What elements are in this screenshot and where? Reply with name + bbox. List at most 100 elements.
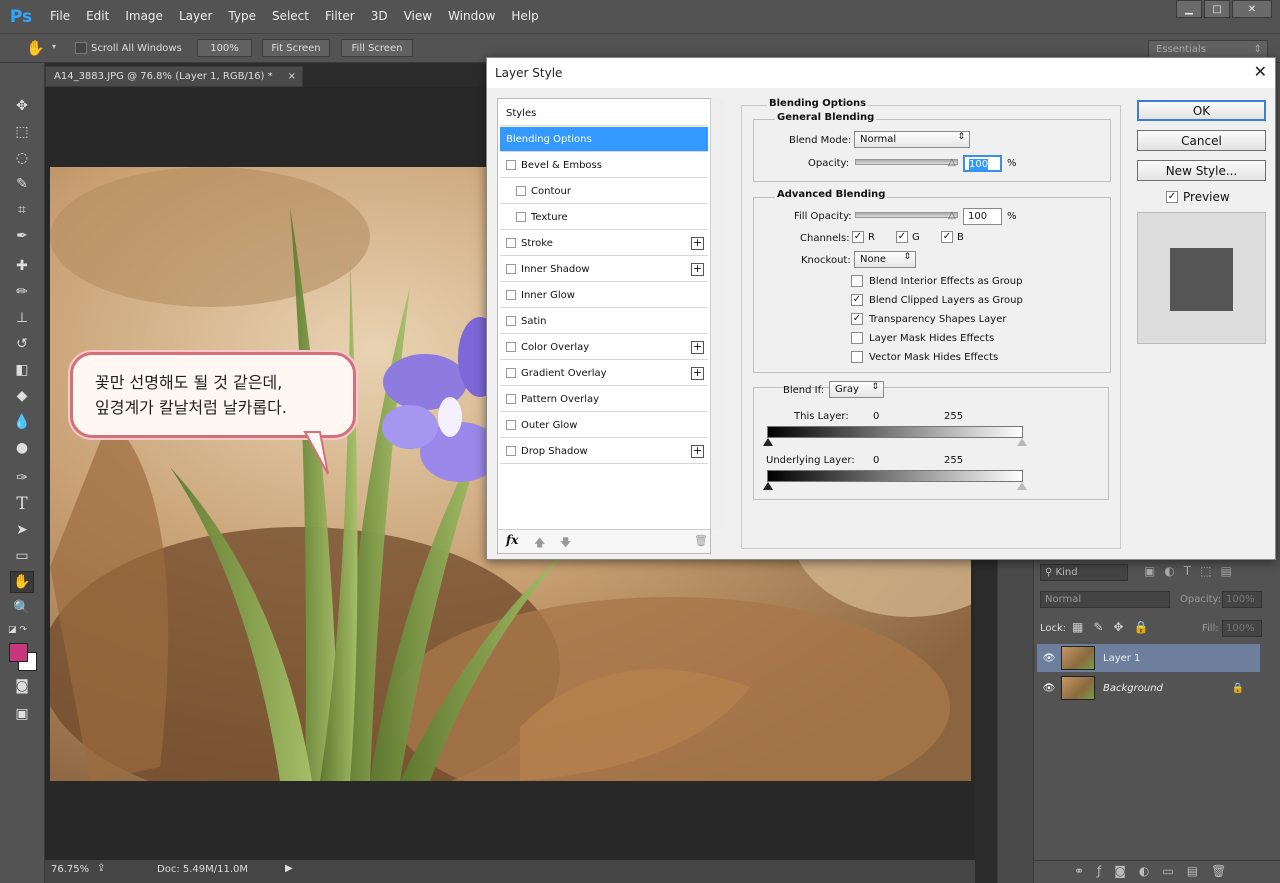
layers-footer-icons[interactable]: ⚭ƒ◙◐▭▤🗑 (1034, 860, 1280, 883)
layer-name[interactable]: Background (1103, 683, 1163, 694)
brush-tool-icon[interactable]: ✏ (10, 281, 34, 303)
paint-bucket-icon[interactable]: ◆ (10, 385, 34, 407)
foreground-color-swatch[interactable] (9, 643, 28, 662)
crop-tool-icon[interactable]: ⌗ (10, 199, 34, 221)
quick-select-tool-icon[interactable]: ✎ (10, 173, 34, 195)
maximize-button[interactable]: □ (1204, 0, 1230, 18)
style-checkbox[interactable] (506, 316, 516, 326)
tool-preset-chevron-icon[interactable]: ▾ (52, 42, 56, 51)
default-colors-icon[interactable]: ◪ ↷ (8, 625, 27, 635)
menu-item[interactable]: Image (117, 0, 171, 33)
opacity-slider[interactable] (855, 159, 958, 165)
type-tool-icon[interactable]: T (10, 493, 34, 515)
opacity-field[interactable]: 100 (963, 155, 1002, 172)
layer-name[interactable]: Layer 1 (1103, 653, 1140, 664)
add-effect-icon[interactable]: + (691, 340, 704, 354)
blend-option[interactable]: ✓ Transparency Shapes Layer (851, 313, 1006, 325)
blend-option-checkbox[interactable] (851, 332, 863, 344)
layer-row-layer1[interactable]: 👁 Layer 1 (1037, 644, 1260, 672)
hand-tool-icon[interactable]: ✋ (26, 39, 45, 57)
menu-item[interactable]: Window (440, 0, 503, 33)
underlying-black-handle[interactable] (763, 482, 773, 490)
menu-item[interactable]: Filter (317, 0, 363, 33)
style-checkbox[interactable] (516, 212, 526, 222)
lock-icons[interactable]: ▦✎✥🔒 (1072, 620, 1158, 634)
screen-mode-icon[interactable]: ▣ (10, 703, 34, 725)
this-layer-gradient[interactable] (767, 426, 1023, 438)
status-menu-arrow-icon[interactable]: ▶ (285, 863, 293, 874)
scroll-all-checkbox[interactable] (75, 42, 87, 54)
move-tool-icon[interactable]: ✥ (10, 95, 34, 117)
menu-item[interactable]: Type (220, 0, 264, 33)
minimize-button[interactable]: ▁ (1176, 0, 1202, 18)
workspace-select[interactable]: Essentials ⇕ (1148, 40, 1268, 58)
this-layer-white-handle[interactable] (1017, 438, 1027, 446)
menu-item[interactable]: Help (503, 0, 546, 33)
layer-opacity-field[interactable]: 100% (1222, 591, 1262, 608)
style-item[interactable]: Pattern Overlay (500, 387, 708, 412)
styles-header[interactable]: Styles (500, 101, 708, 126)
knockout-select[interactable]: None ⇕ (854, 251, 916, 268)
new-style-button[interactable]: New Style... (1137, 160, 1266, 181)
blend-option[interactable]: ✓ Blend Clipped Layers as Group (851, 294, 1023, 306)
style-item[interactable]: Bevel & Emboss (500, 153, 708, 178)
styles-scrollbar[interactable] (710, 99, 724, 529)
marquee-tool-icon[interactable]: ⬚ (10, 121, 34, 143)
quick-mask-icon[interactable]: ◙ (10, 675, 34, 697)
channel-g[interactable]: ✓ G (896, 231, 920, 243)
ok-button[interactable]: OK (1137, 100, 1266, 121)
style-item[interactable]: Color Overlay + (500, 335, 708, 360)
hand-tool-icon[interactable]: ✋ (10, 571, 34, 593)
blend-option-checkbox[interactable] (851, 275, 863, 287)
preview-toggle[interactable]: ✓ Preview (1166, 190, 1230, 204)
document-tab[interactable]: A14_3883.JPG @ 76.8% (Layer 1, RGB/16) *… (45, 66, 303, 87)
style-item[interactable]: Inner Shadow + (500, 257, 708, 282)
add-effect-icon[interactable]: + (691, 236, 704, 250)
channel-r[interactable]: ✓ R (852, 231, 875, 243)
layer-fill-field[interactable]: 100% (1222, 620, 1262, 637)
style-checkbox[interactable] (506, 264, 516, 274)
close-window-button[interactable]: ✕ (1232, 0, 1272, 18)
style-checkbox[interactable] (506, 342, 516, 352)
zoom-100-button[interactable]: 100% (197, 39, 252, 57)
cancel-button[interactable]: Cancel (1137, 130, 1266, 151)
preview-checkbox[interactable]: ✓ (1166, 191, 1178, 203)
style-checkbox[interactable] (506, 290, 516, 300)
channel-r-checkbox[interactable]: ✓ (852, 231, 864, 243)
channel-g-checkbox[interactable]: ✓ (896, 231, 908, 243)
path-select-icon[interactable]: ➤ (10, 519, 34, 541)
style-item[interactable]: Satin (500, 309, 708, 334)
pen-tool-icon[interactable]: ✑ (10, 467, 34, 489)
blend-if-select[interactable]: Gray ⇕ (829, 381, 884, 398)
blur-tool-icon[interactable]: 💧 (10, 411, 34, 433)
scroll-all-windows[interactable]: Scroll All Windows (75, 42, 182, 54)
visibility-eye-icon[interactable]: 👁 (1037, 653, 1061, 664)
style-checkbox[interactable] (506, 394, 516, 404)
add-effect-icon[interactable]: + (691, 444, 704, 458)
move-down-icon[interactable]: 🡇 (560, 534, 571, 553)
trash-icon[interactable]: 🗑 (694, 534, 708, 547)
kind-filter[interactable]: ⚲ Kind (1040, 564, 1128, 581)
visibility-eye-icon[interactable]: 👁 (1037, 683, 1061, 694)
fill-screen-button[interactable]: Fill Screen (341, 39, 413, 57)
eyedropper-tool-icon[interactable]: ✒ (10, 225, 34, 247)
blend-option[interactable]: Layer Mask Hides Effects (851, 332, 994, 344)
underlying-gradient[interactable] (767, 470, 1023, 482)
style-item[interactable]: Contour (500, 179, 708, 204)
fill-opacity-field[interactable]: 100 (963, 208, 1002, 225)
fill-opacity-slider-handle-icon[interactable]: △ (948, 210, 956, 221)
blend-option[interactable]: Blend Interior Effects as Group (851, 275, 1022, 287)
layer-blend-mode-select[interactable]: Normal (1040, 591, 1170, 608)
menu-item[interactable]: View (396, 0, 440, 33)
style-checkbox[interactable] (506, 238, 516, 248)
style-item[interactable]: Inner Glow (500, 283, 708, 308)
blend-option-checkbox[interactable]: ✓ (851, 294, 863, 306)
zoom-tool-icon[interactable]: 🔍 (10, 597, 34, 619)
dialog-close-icon[interactable]: ✕ (1254, 62, 1267, 81)
blend-mode-select[interactable]: Normal ⇕ (854, 131, 970, 148)
underlying-white-handle[interactable] (1017, 482, 1027, 490)
style-checkbox[interactable] (506, 368, 516, 378)
history-brush-icon[interactable]: ↺ (10, 333, 34, 355)
menu-item[interactable]: File (42, 0, 78, 33)
channel-b-checkbox[interactable]: ✓ (941, 231, 953, 243)
